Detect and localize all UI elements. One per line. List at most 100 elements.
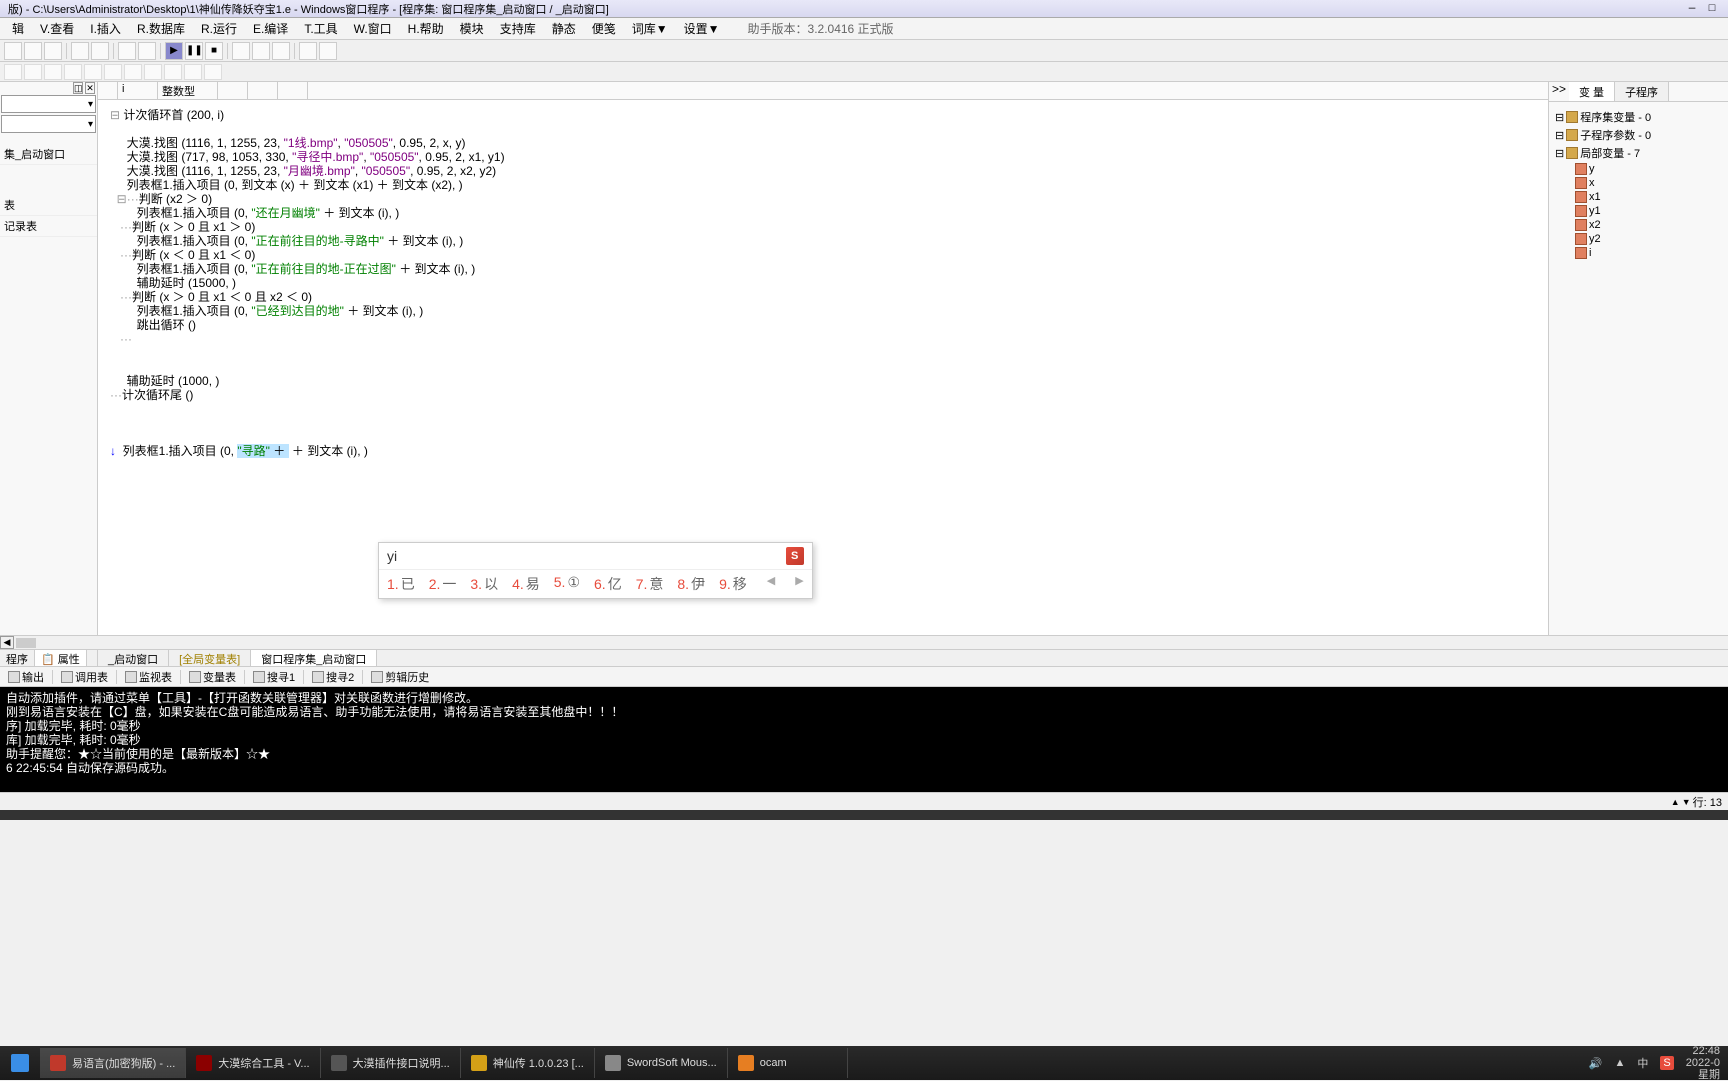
toolbar-btn-3[interactable] [44, 42, 62, 60]
edit-btn-8[interactable] [144, 64, 162, 80]
task-swordsoft[interactable]: SwordSoft Mous... [595, 1048, 728, 1078]
status-up-icon[interactable]: ▲ [1671, 797, 1680, 807]
ime-cand-6[interactable]: 6.亿 [594, 574, 622, 594]
start-button[interactable] [0, 1046, 40, 1080]
bt-output[interactable]: 输出 [4, 668, 48, 686]
bt-search2[interactable]: 搜寻2 [308, 668, 358, 686]
ime-cand-8[interactable]: 8.伊 [677, 574, 705, 594]
scroll-left-icon[interactable]: ◀ [0, 636, 14, 649]
edit-btn-4[interactable] [64, 64, 82, 80]
menu-dict[interactable]: 词库▼ [624, 18, 676, 39]
bt-cliphistory[interactable]: 剪辑历史 [367, 668, 433, 686]
menu-static[interactable]: 静态 [544, 18, 584, 39]
toolbar-stop-icon[interactable]: ■ [205, 42, 223, 60]
var-x[interactable]: x [1575, 176, 1722, 190]
output-console[interactable]: 自动添加插件，请通过菜单【工具】-【打开函数关联管理器】对关联函数进行增删修改。… [0, 687, 1728, 792]
close-icon[interactable]: ✕ [85, 82, 95, 94]
edit-btn-6[interactable] [104, 64, 122, 80]
doc-tab-globals[interactable]: [全局变量表] [169, 650, 251, 666]
menu-edit[interactable]: 辑 [4, 18, 32, 39]
tab-subroutines[interactable]: 子程序 [1615, 82, 1669, 101]
task-damo-doc[interactable]: 大漠插件接口说明... [321, 1048, 461, 1078]
status-down-icon[interactable]: ▼ [1682, 797, 1691, 807]
code-editor[interactable]: i 整数型 ⊟ 计次循环首 (200, i) 大漠.找图 (1116, 1, 1… [98, 82, 1548, 635]
edit-btn-5[interactable] [84, 64, 102, 80]
edit-btn-7[interactable] [124, 64, 142, 80]
tree-node-sub-params[interactable]: ⊟子程序参数 - 0 [1555, 126, 1722, 144]
tree-item-window[interactable]: 集_启动窗口 [0, 144, 97, 165]
toolbar-btn-7[interactable] [138, 42, 156, 60]
volume-icon[interactable]: 🔊 [1589, 1057, 1603, 1070]
tab-program[interactable]: 程序 [0, 650, 35, 666]
menu-help[interactable]: H.帮助 [400, 18, 452, 39]
bt-calltable[interactable]: 调用表 [57, 668, 112, 686]
edit-btn-2[interactable] [24, 64, 42, 80]
menu-notes[interactable]: 便笺 [584, 18, 624, 39]
toolbar-btn-1[interactable] [4, 42, 22, 60]
toolbar-btn-2[interactable] [24, 42, 42, 60]
var-y[interactable]: y [1575, 162, 1722, 176]
toolbar-pause-icon[interactable]: ❚❚ [185, 42, 203, 60]
horizontal-scrollbar[interactable]: ◀ [0, 635, 1728, 649]
ime-cand-1[interactable]: 1.已 [387, 574, 415, 594]
menu-compile[interactable]: E.编译 [245, 18, 296, 39]
tree-item-table[interactable]: 表 [0, 195, 97, 216]
menu-tools[interactable]: T.工具 [296, 18, 345, 39]
toolbar-watch-icon[interactable] [319, 42, 337, 60]
tree-node-program-vars[interactable]: ⊟程序集变量 - 0 [1555, 108, 1722, 126]
var-x1[interactable]: x1 [1575, 190, 1722, 204]
doc-tab-program-set[interactable]: 窗口程序集_启动窗口 [251, 650, 377, 666]
var-y2[interactable]: y2 [1575, 232, 1722, 246]
sogou-tray-icon[interactable]: S [1660, 1056, 1673, 1070]
ime-prev-icon[interactable]: ◀ [767, 574, 775, 594]
code-content[interactable]: ⊟ 计次循环首 (200, i) 大漠.找图 (1116, 1, 1255, 2… [98, 100, 1548, 466]
scroll-thumb[interactable] [16, 638, 36, 648]
ime-cand-2[interactable]: 2.一 [429, 574, 457, 594]
vartable-c5[interactable] [278, 82, 308, 99]
toolbar-step-into-icon[interactable] [252, 42, 270, 60]
ime-cand-4[interactable]: 4.易 [512, 574, 540, 594]
task-ocam[interactable]: ocam [728, 1048, 848, 1078]
edit-btn-11[interactable] [204, 64, 222, 80]
vartable-c4[interactable] [248, 82, 278, 99]
toolbar-btn-4[interactable] [71, 42, 89, 60]
clock[interactable]: 22:48 2022-0 星期 [1686, 1045, 1720, 1081]
menu-window[interactable]: W.窗口 [346, 18, 400, 39]
tree-item-record[interactable]: 记录表 [0, 216, 97, 237]
vartable-c3[interactable] [218, 82, 248, 99]
bt-search1[interactable]: 搜寻1 [249, 668, 299, 686]
task-damo-tool[interactable]: 大漠综合工具 - V... [186, 1048, 320, 1078]
vartable-type[interactable]: 整数型 [158, 82, 218, 99]
ime-cand-3[interactable]: 3.以 [470, 574, 498, 594]
ime-cand-5[interactable]: 5.① [554, 574, 580, 594]
var-x2[interactable]: x2 [1575, 218, 1722, 232]
edit-btn-10[interactable] [184, 64, 202, 80]
edit-btn-9[interactable] [164, 64, 182, 80]
filter-combo[interactable]: ▾ [1, 115, 96, 133]
tab-variables[interactable]: 变 量 [1569, 82, 1615, 101]
expand-button[interactable]: >> [1549, 82, 1569, 101]
maximize-button[interactable]: □ [1704, 3, 1720, 15]
vartable-name[interactable]: i [118, 82, 158, 99]
var-i[interactable]: i [1575, 246, 1722, 260]
menu-support[interactable]: 支持库 [492, 18, 544, 39]
menu-database[interactable]: R.数据库 [129, 18, 193, 39]
ime-cand-9[interactable]: 9.移 [719, 574, 747, 594]
menu-run[interactable]: R.运行 [193, 18, 245, 39]
tray-up-icon[interactable]: ▲ [1615, 1057, 1626, 1069]
pin-icon[interactable]: ◫ [73, 82, 83, 94]
toolbar-step-over-icon[interactable] [232, 42, 250, 60]
toolbar-step-out-icon[interactable] [272, 42, 290, 60]
toolbar-run-icon[interactable]: ▶ [165, 42, 183, 60]
tab-property[interactable]: 📋 属性 [35, 650, 87, 666]
bt-watch[interactable]: 监视表 [121, 668, 176, 686]
tree-node-local-vars[interactable]: ⊟局部变量 - 7 [1555, 144, 1722, 162]
menu-settings[interactable]: 设置▼ [676, 18, 728, 39]
edit-btn-1[interactable] [4, 64, 22, 80]
toolbar-breakpoint-icon[interactable] [299, 42, 317, 60]
toolbar-btn-6[interactable] [118, 42, 136, 60]
project-combo[interactable]: ▾ [1, 95, 96, 113]
minimize-button[interactable]: — [1684, 3, 1700, 15]
menu-view[interactable]: V.查看 [32, 18, 82, 39]
ime-cand-7[interactable]: 7.意 [636, 574, 664, 594]
